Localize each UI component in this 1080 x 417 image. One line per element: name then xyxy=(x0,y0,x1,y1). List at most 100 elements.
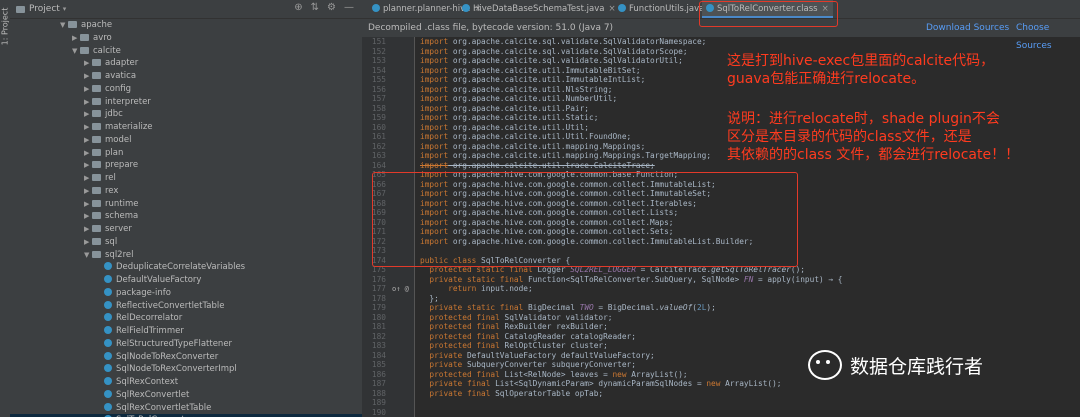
tree-item-folder[interactable]: ▼ calcite xyxy=(10,45,362,58)
tree-item-class[interactable]: RelStructuredTypeFlattener xyxy=(10,338,362,351)
tree-item-folder[interactable]: ▼ apache xyxy=(10,19,362,32)
tree-item-class[interactable]: DefaultValueFactory xyxy=(10,274,362,287)
tree-item-class[interactable]: SqlRexContext xyxy=(10,376,362,389)
chevron-right-icon[interactable]: ▶ xyxy=(84,121,92,134)
line-number: 180 xyxy=(371,312,386,322)
tree-item-class[interactable]: SqlRexConvertlet xyxy=(10,389,362,402)
chevron-down-icon[interactable]: ▼ xyxy=(60,19,68,32)
tree-item-class[interactable]: SqlRexConvertletTable xyxy=(10,402,362,415)
class-icon xyxy=(104,389,112,398)
line-number: 189 xyxy=(371,398,386,407)
tree-item-folder[interactable]: ▶ rex xyxy=(10,185,362,198)
chevron-down-icon[interactable]: ▼ xyxy=(72,45,80,58)
chevron-right-icon[interactable]: ▶ xyxy=(84,185,92,198)
code-line: protected final List<RelNode> leaves = n… xyxy=(429,369,688,379)
editor-tab[interactable]: HiveDataBaseSchemaTest.java × xyxy=(458,0,620,18)
chevron-right-icon[interactable]: ▶ xyxy=(72,32,80,45)
project-tool-button[interactable]: 1: Project xyxy=(0,8,9,46)
tree-item-folder[interactable]: ▶ adapter xyxy=(10,57,362,70)
line-number: 182 xyxy=(371,331,386,341)
package-folder-icon xyxy=(80,46,89,54)
chevron-right-icon[interactable]: ▶ xyxy=(84,134,92,147)
tree-item-class[interactable]: SqlNodeToRexConverter xyxy=(10,351,362,364)
chevron-right-icon[interactable]: ▶ xyxy=(84,236,92,249)
code-line: protected final RelOptCluster cluster; xyxy=(429,341,608,350)
tree-item-folder[interactable]: ▶ config xyxy=(10,83,362,96)
code-line: private static final BigDecimal TWO = Bi… xyxy=(429,303,716,312)
tree-item-folder[interactable]: ▶ plan xyxy=(10,147,362,160)
chevron-right-icon[interactable]: ▶ xyxy=(84,147,92,160)
package-folder-icon xyxy=(92,97,101,105)
line-number: 163 xyxy=(371,151,386,160)
tree-item-label: sql2rel xyxy=(105,249,134,260)
code-line: import org.apache.calcite.util.Immutable… xyxy=(420,75,646,84)
chevron-right-icon[interactable]: ▶ xyxy=(84,223,92,236)
line-number: 183 xyxy=(371,341,386,350)
code-line: import org.apache.calcite.util.NlsString… xyxy=(420,84,613,94)
package-folder-icon xyxy=(92,250,101,258)
tree-item-folder[interactable]: ▶ model xyxy=(10,134,362,147)
line-number: 162 xyxy=(371,141,386,151)
chevron-right-icon[interactable]: ▶ xyxy=(84,108,92,121)
tree-item-folder[interactable]: ▶ interpreter xyxy=(10,96,362,109)
gear-icon[interactable]: ⚙ xyxy=(327,2,336,13)
tab-highlight-box xyxy=(699,1,838,27)
tree-item-folder[interactable]: ▶ avro xyxy=(10,32,362,45)
tree-item-class[interactable]: RelFieldTrimmer xyxy=(10,325,362,338)
chevron-right-icon[interactable]: ▶ xyxy=(84,210,92,223)
class-icon xyxy=(104,364,112,373)
tree-item-class[interactable]: SqlNodeToRexConverterImpl xyxy=(10,363,362,376)
chevron-down-icon[interactable]: ▼ xyxy=(84,249,92,262)
file-type-icon xyxy=(462,4,470,12)
tree-item-label: calcite xyxy=(93,45,121,56)
tree-item-class[interactable]: RelDecorrelator xyxy=(10,312,362,325)
tab-label: FunctionUtils.java xyxy=(629,4,705,14)
tree-item-label: prepare xyxy=(105,160,139,171)
code-line: import org.apache.calcite.util.mapping.M… xyxy=(420,151,712,160)
tree-item-folder[interactable]: ▶ jdbc xyxy=(10,108,362,121)
line-number: 176 xyxy=(371,274,386,284)
tree-item-label: DefaultValueFactory xyxy=(116,275,202,285)
chevron-right-icon[interactable]: ▶ xyxy=(84,96,92,109)
tree-item-class[interactable]: package-info xyxy=(10,287,362,300)
tree-item-label: interpreter xyxy=(105,96,151,107)
tree-item-folder[interactable]: ▶ avatica xyxy=(10,70,362,83)
code-line: private static final Function<SqlToRelCo… xyxy=(429,274,843,284)
code-line: import org.apache.calcite.sql.validate.S… xyxy=(420,46,688,56)
tree-item-folder[interactable]: ▶ rel xyxy=(10,172,362,185)
tree-item-class[interactable]: DeduplicateCorrelateVariables xyxy=(10,261,362,274)
chevron-right-icon[interactable]: ▶ xyxy=(84,198,92,211)
chevron-right-icon[interactable]: ▶ xyxy=(84,83,92,96)
chevron-right-icon[interactable]: ▶ xyxy=(84,57,92,70)
tree-item-folder[interactable]: ▶ server xyxy=(10,223,362,236)
tree-item-label: SqlRexContext xyxy=(116,377,179,387)
file-type-icon xyxy=(618,4,626,12)
line-number: 152 xyxy=(371,46,386,56)
tree-item-folder[interactable]: ▶ sql xyxy=(10,236,362,249)
annotation-explanation: 说明：进行relocate时，shade plugin不会 区分是本目录的代码的… xyxy=(727,110,1019,164)
collapse-all-icon[interactable]: ⇅ xyxy=(311,2,319,13)
class-icon xyxy=(104,287,112,296)
tree-item-folder[interactable]: ▼ sql2rel xyxy=(10,249,362,262)
tree-item-folder[interactable]: ▶ schema xyxy=(10,210,362,223)
code-line: protected final CatalogReader catalogRea… xyxy=(429,331,636,341)
project-panel-header: Project ▾ ⊕ ⇅ ⚙ — xyxy=(10,0,362,19)
project-tree[interactable]: ▼ apache ▶ avro ▼ calcite ▶ adapter ▶ avatica ▶ con… xyxy=(10,19,362,417)
tree-item-label: plan xyxy=(105,147,124,158)
dropdown-arrow-icon[interactable]: ▾ xyxy=(63,5,67,13)
chevron-right-icon[interactable]: ▶ xyxy=(84,159,92,172)
chevron-right-icon[interactable]: ▶ xyxy=(84,172,92,185)
hide-panel-icon[interactable]: — xyxy=(344,2,354,13)
tree-item-folder[interactable]: ▶ materialize xyxy=(10,121,362,134)
tree-item-folder[interactable]: ▶ prepare xyxy=(10,159,362,172)
code-line: private DefaultValueFactory defaultValue… xyxy=(429,350,655,360)
package-folder-icon xyxy=(92,212,101,220)
tree-item-class[interactable]: ReflectiveConvertletTable xyxy=(10,300,362,313)
override-gutter-icon[interactable]: o↑ @ xyxy=(392,285,409,293)
chevron-right-icon[interactable]: ▶ xyxy=(84,70,92,83)
download-sources-link[interactable]: Download Sources xyxy=(926,19,1009,37)
tree-item-folder[interactable]: ▶ runtime xyxy=(10,198,362,211)
code-line: import org.apache.calcite.util.Pair; xyxy=(420,103,589,113)
project-title[interactable]: Project xyxy=(29,4,60,14)
locate-target-icon[interactable]: ⊕ xyxy=(294,2,302,13)
